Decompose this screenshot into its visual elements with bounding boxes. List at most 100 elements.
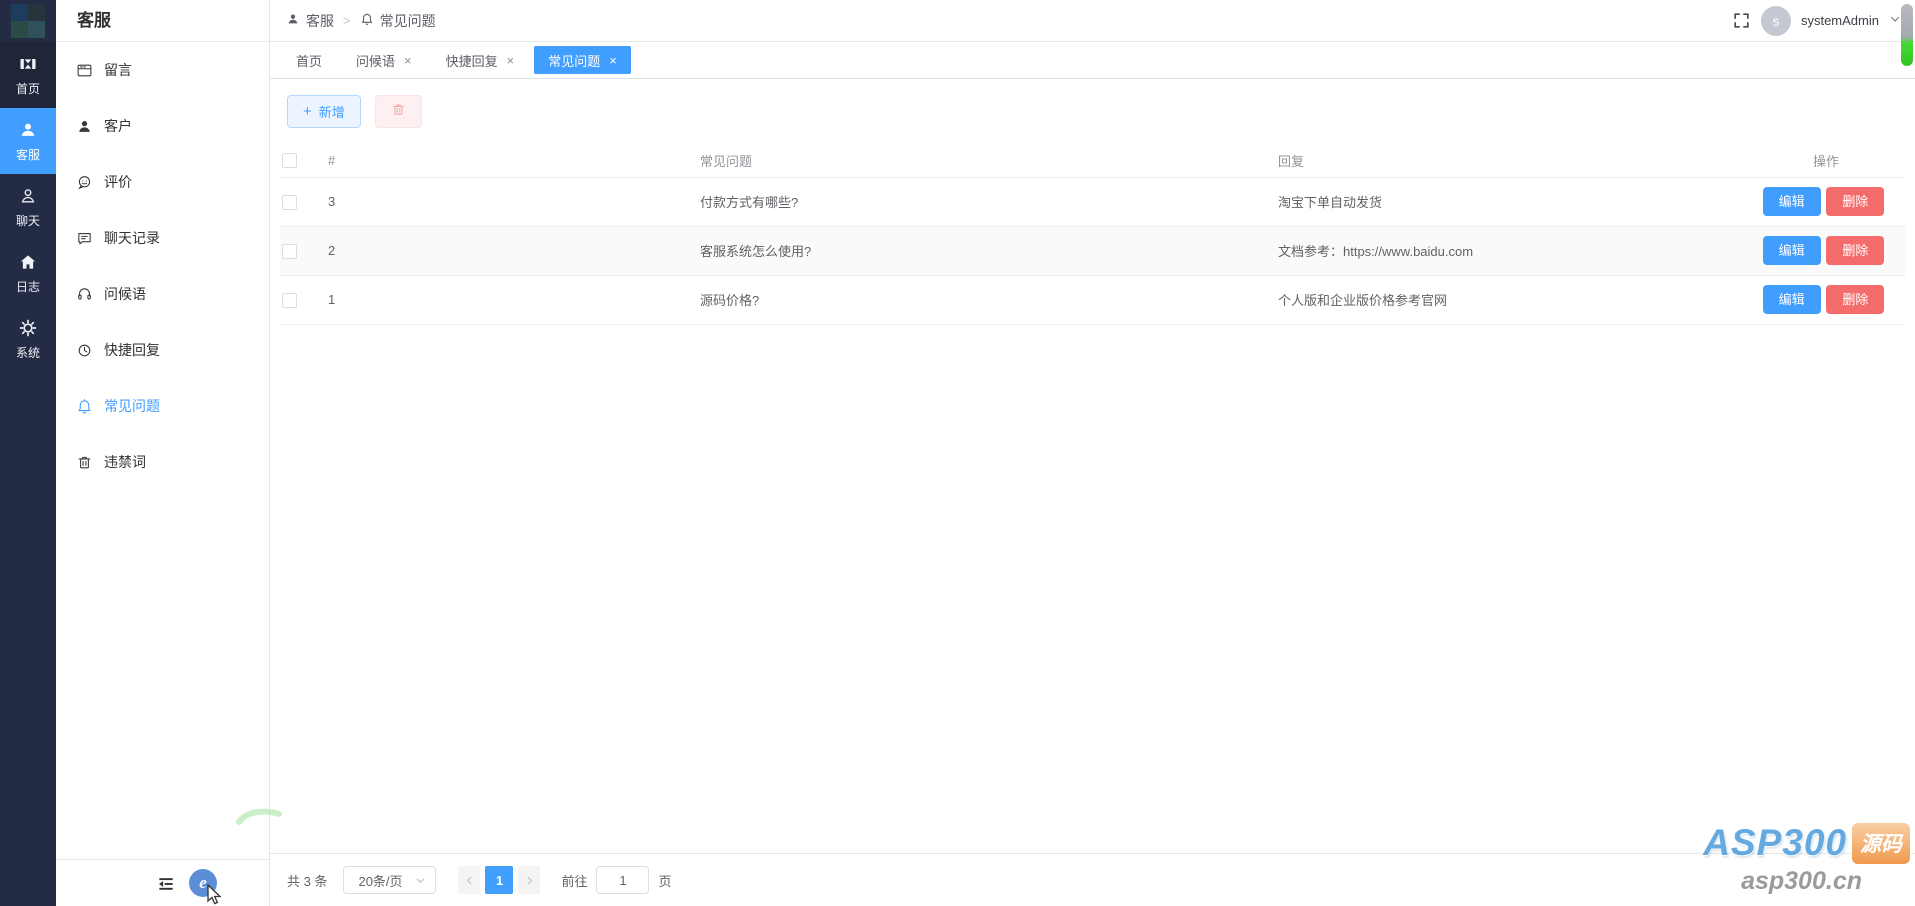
tab-label: 首页: [296, 51, 322, 70]
rail-item-chat[interactable]: 聊天: [0, 174, 56, 240]
edit-button[interactable]: 编辑: [1763, 236, 1821, 265]
page-size-value: 20条/页: [358, 871, 402, 890]
edit-button[interactable]: 编辑: [1763, 187, 1821, 216]
logo-quadrant: [11, 21, 28, 38]
chevron-left-icon: [464, 875, 475, 886]
page-size-select[interactable]: 20条/页: [343, 866, 436, 894]
row-checkbox[interactable]: [282, 293, 297, 308]
delete-button[interactable]: 删除: [1826, 285, 1884, 314]
chevron-right-icon: [524, 875, 535, 886]
close-icon[interactable]: ×: [404, 54, 412, 67]
sidebar-item-banned-words[interactable]: 违禁词: [56, 434, 269, 490]
row-checkbox[interactable]: [282, 244, 297, 259]
fullscreen-icon[interactable]: [1732, 11, 1751, 30]
content-area: + 新增 # 常见问题: [270, 79, 1915, 853]
user-name[interactable]: systemAdmin: [1801, 13, 1879, 28]
breadcrumb-separator: >: [343, 13, 351, 28]
cell-index: 3: [326, 177, 690, 226]
rail-item-system[interactable]: 系统: [0, 306, 56, 372]
select-all-checkbox[interactable]: [282, 153, 297, 168]
page-unit-label: 页: [658, 871, 671, 890]
rail-item-label: 系统: [16, 344, 40, 361]
chevron-down-icon[interactable]: [1889, 12, 1901, 30]
breadcrumb-item-service[interactable]: 客服: [286, 11, 334, 31]
app-window: 首页 客服 聊天 日志 系统 客服: [0, 0, 1915, 906]
sidebar-item-label: 违禁词: [104, 452, 146, 472]
rail-item-label: 客服: [16, 146, 40, 163]
sidebar-item-customers[interactable]: 客户: [56, 98, 269, 154]
faq-table: # 常见问题 回复 操作 3 付款方式有哪些? 淘宝下单自动发货: [280, 144, 1905, 325]
user-avatar[interactable]: s: [1761, 6, 1791, 36]
cell-reply: 淘宝下单自动发货: [1268, 177, 1755, 226]
cell-index: 1: [326, 275, 690, 324]
sidebar-footer: e: [56, 859, 269, 906]
cell-reply: 个人版和企业版价格参考官网: [1268, 275, 1755, 324]
cell-reply: 文档参考：https://www.baidu.com: [1268, 226, 1755, 275]
logo-quadrant: [11, 4, 28, 21]
goto-label: 前往: [561, 871, 587, 890]
rail-item-service[interactable]: 客服: [0, 108, 56, 174]
cell-question: 源码价格?: [690, 275, 1268, 324]
tab-home[interactable]: 首页: [282, 46, 336, 74]
delete-button[interactable]: 删除: [1826, 236, 1884, 265]
sidebar-item-label: 客户: [104, 116, 132, 136]
tab-quick-replies[interactable]: 快捷回复 ×: [432, 46, 529, 74]
breadcrumb-label: 客服: [306, 11, 334, 31]
rail-item-label: 首页: [16, 80, 40, 97]
app-logo: [11, 4, 45, 38]
batch-delete-button[interactable]: [375, 95, 422, 128]
cell-index: 2: [326, 226, 690, 275]
next-page-button[interactable]: [518, 866, 540, 894]
close-icon[interactable]: ×: [609, 54, 617, 67]
user-filled-icon: [76, 118, 93, 135]
main-area: 客服 > 常见问题 s systemAdmin: [270, 0, 1915, 906]
cell-question: 付款方式有哪些?: [690, 177, 1268, 226]
primary-nav-rail: 首页 客服 聊天 日志 系统: [0, 0, 56, 906]
tab-faq[interactable]: 常见问题 ×: [534, 46, 631, 74]
rail-item-log[interactable]: 日志: [0, 240, 56, 306]
plus-icon: +: [303, 104, 312, 119]
tab-greetings[interactable]: 问候语 ×: [342, 46, 426, 74]
user-icon: [18, 120, 38, 140]
clock-icon: [76, 342, 93, 359]
browser-e-logo[interactable]: e: [189, 869, 217, 897]
logo-quadrant: [28, 4, 45, 21]
column-header-index: #: [326, 144, 690, 177]
scrollbar-thumb[interactable]: [1901, 4, 1913, 66]
table-row: 1 源码价格? 个人版和企业版价格参考官网 编辑 删除: [280, 275, 1905, 324]
user-icon: [286, 12, 300, 29]
sidebar-item-label: 常见问题: [104, 396, 160, 416]
delete-button[interactable]: 删除: [1826, 187, 1884, 216]
sidebar-item-label: 快捷回复: [104, 340, 160, 360]
sidebar-item-reviews[interactable]: 评价: [56, 154, 269, 210]
prev-page-button[interactable]: [458, 866, 480, 894]
tags-view-bar: 首页 问候语 × 快捷回复 × 常见问题 ×: [270, 42, 1915, 79]
sidebar-item-quick-replies[interactable]: 快捷回复: [56, 322, 269, 378]
sidebar-item-greetings[interactable]: 问候语: [56, 266, 269, 322]
table-row: 2 客服系统怎么使用? 文档参考：https://www.baidu.com 编…: [280, 226, 1905, 275]
gear-icon: [18, 318, 38, 338]
bell-icon: [76, 398, 93, 415]
sidebar-item-label: 留言: [104, 60, 132, 80]
toolbar: + 新增: [287, 95, 1915, 128]
trash-icon: [76, 454, 93, 471]
tab-label: 问候语: [356, 51, 395, 70]
sidebar-item-chat-history[interactable]: 聊天记录: [56, 210, 269, 266]
rail-item-label: 聊天: [16, 212, 40, 229]
close-icon[interactable]: ×: [507, 54, 515, 67]
sidebar-title: 客服: [56, 0, 269, 42]
collapse-sidebar-icon[interactable]: [156, 874, 176, 894]
sidebar-item-faq[interactable]: 常见问题: [56, 378, 269, 434]
page-number-button[interactable]: 1: [485, 866, 513, 894]
row-checkbox[interactable]: [282, 195, 297, 210]
add-button-label: 新增: [319, 102, 345, 121]
smiley-bubble-icon: [76, 174, 93, 191]
tab-label: 常见问题: [548, 51, 600, 70]
edit-button[interactable]: 编辑: [1763, 285, 1821, 314]
sidebar-item-messages[interactable]: 留言: [56, 42, 269, 98]
add-button[interactable]: + 新增: [287, 95, 361, 128]
sidebar-item-label: 评价: [104, 172, 132, 192]
sidebar-item-label: 问候语: [104, 284, 146, 304]
goto-page-input[interactable]: [596, 866, 649, 894]
rail-item-home[interactable]: 首页: [0, 42, 56, 108]
